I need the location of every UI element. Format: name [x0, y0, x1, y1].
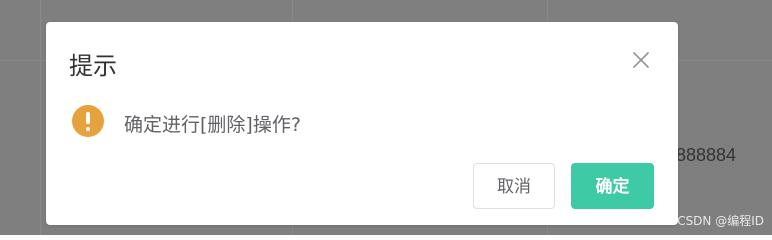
page: 888884 CSDN @编程ID 提示 确定进行[删除]操作? 取消 确定 [0, 0, 772, 235]
dialog-title: 提示 [69, 52, 117, 80]
confirm-button[interactable]: 确定 [571, 163, 654, 209]
cancel-button[interactable]: 取消 [473, 163, 555, 209]
confirm-dialog: 提示 确定进行[删除]操作? 取消 确定 [46, 22, 678, 225]
watermark: CSDN @编程ID [677, 214, 764, 228]
close-icon-graphic [633, 52, 649, 68]
table-cell: 888884 [676, 145, 737, 165]
close-icon[interactable] [631, 50, 651, 70]
dialog-message: 确定进行[删除]操作? [124, 114, 301, 136]
warning-icon [72, 105, 104, 137]
table-divider [40, 0, 41, 235]
